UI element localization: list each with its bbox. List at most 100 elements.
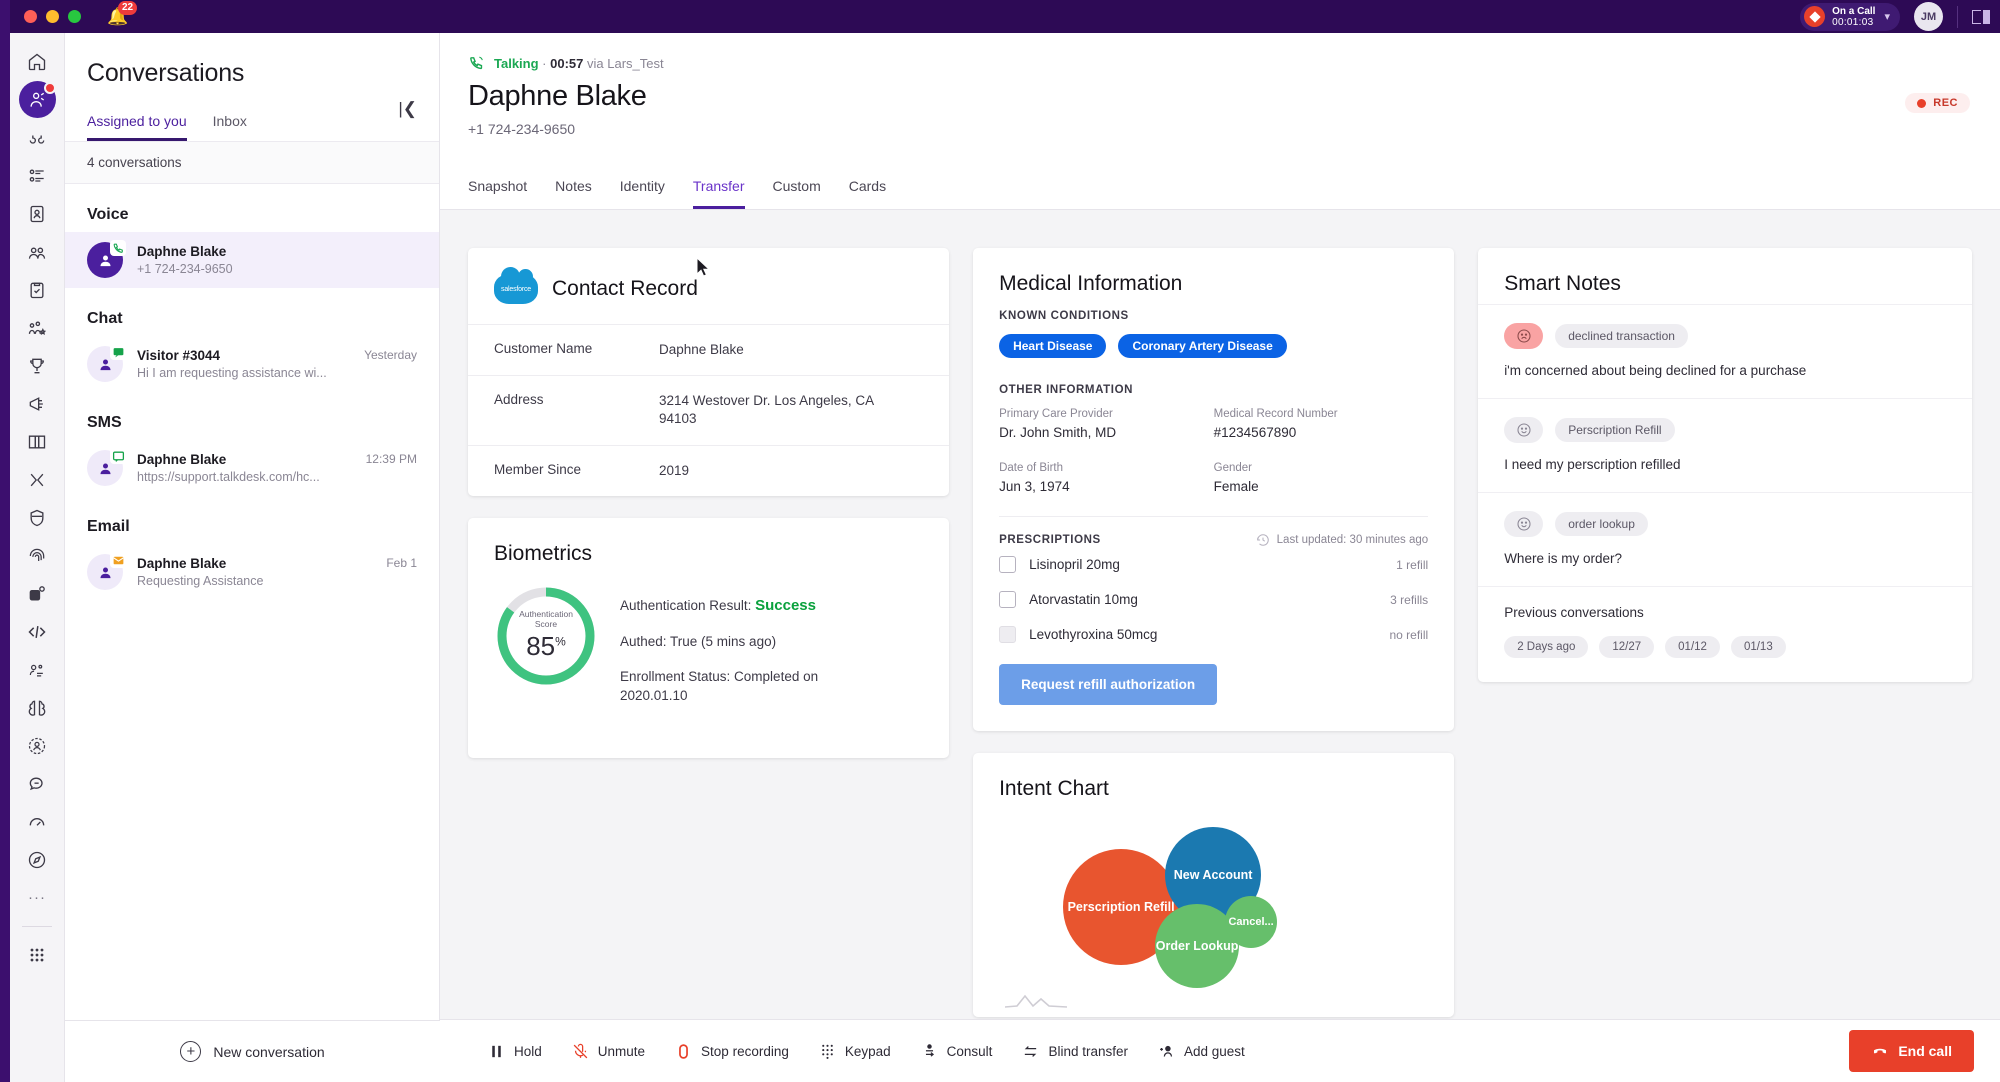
biometrics-title: Biometrics (494, 541, 593, 565)
row-label: Customer Name (494, 341, 593, 356)
icon-rail: ··· (10, 33, 65, 1082)
sidebar-item-dashboard[interactable] (19, 803, 56, 840)
previous-conversation-chip[interactable]: 2 Days ago (1504, 636, 1589, 658)
consult-label: Consult (946, 1043, 993, 1059)
panel-toggle-icon[interactable] (1972, 9, 1990, 24)
tab-custom[interactable]: Custom (773, 178, 821, 209)
smart-note-text: Where is my order? (1504, 551, 1622, 566)
condition-pill[interactable]: Heart Disease (999, 334, 1107, 358)
phone-hangup-icon (1874, 1048, 1887, 1054)
sidebar-item-teams[interactable] (19, 233, 56, 270)
sidebar-item-more[interactable]: ··· (19, 879, 56, 916)
info-cell: Date of Birth Jun 3, 1974 (999, 462, 1214, 494)
previous-conversation-chip[interactable]: 01/12 (1665, 636, 1720, 658)
close-window-button[interactable] (24, 10, 37, 23)
keypad-button[interactable]: Keypad (819, 1043, 891, 1060)
list-item[interactable]: Daphne Blake Requesting Assistance Feb 1 (65, 544, 439, 600)
table-row: Member Since 2019 (468, 444, 950, 496)
sidebar-item-workforce[interactable] (19, 309, 56, 346)
tab-assigned-to-you[interactable]: Assigned to you (87, 113, 187, 141)
sidebar-item-campaigns[interactable] (19, 385, 56, 422)
previous-conversation-chip[interactable]: 01/13 (1730, 636, 1786, 658)
call-status-text: Talking · 00:57 via Lars_Test (494, 56, 664, 71)
list-item-time: Yesterday (364, 348, 417, 362)
add-guest-button[interactable]: Add guest (1158, 1043, 1245, 1060)
notification-badge: 22 (118, 0, 138, 15)
history-icon (1256, 534, 1269, 546)
consult-icon (925, 1043, 934, 1057)
collapse-left-icon[interactable]: |❮ (398, 99, 417, 119)
list-item-name: Daphne Blake (137, 244, 227, 259)
sidebar-item-knowledge[interactable] (19, 423, 56, 460)
sidebar-item-tasks[interactable] (19, 271, 56, 308)
smart-note-tag[interactable]: Perscription Refill (1555, 418, 1675, 442)
sidebar-item-routing[interactable] (19, 461, 56, 498)
gauge-inner: Authentication Score 85% (494, 584, 598, 688)
sidebar-item-activity[interactable] (19, 157, 56, 194)
trophy-icon (30, 358, 44, 373)
tab-inbox[interactable]: Inbox (213, 113, 247, 141)
sidebar-item-automation[interactable] (19, 651, 56, 688)
tab-snapshot[interactable]: Snapshot (468, 178, 527, 209)
tab-transfer[interactable]: Transfer (692, 178, 745, 209)
stop-recording-button[interactable]: Stop recording (675, 1043, 789, 1060)
maximize-window-button[interactable] (68, 10, 81, 23)
sidebar-item-security[interactable] (19, 499, 56, 536)
sidebar-item-messaging[interactable] (19, 765, 56, 802)
auth-result-line: Authentication Result: Success (620, 596, 870, 616)
avatar[interactable]: JM (1914, 2, 1943, 31)
tab-notes[interactable]: Notes (555, 178, 592, 209)
sidebar-item-virtual-agent[interactable] (19, 727, 56, 764)
sidebar-item-performance[interactable] (19, 347, 56, 384)
sidebar-item-app-grid[interactable] (19, 936, 56, 973)
window-controls[interactable] (24, 10, 81, 23)
sidebar-item-home[interactable] (19, 43, 56, 80)
new-conversation-button[interactable]: + New conversation (180, 1041, 325, 1062)
smart-notes-title: Smart Notes (1504, 272, 1621, 295)
tab-identity[interactable]: Identity (620, 178, 665, 209)
sidebar-item-ai-brain[interactable] (19, 689, 56, 726)
call-flow-icon (29, 135, 45, 144)
people-icon (28, 247, 46, 259)
call-status-label: On a Call (1832, 5, 1876, 17)
call-status-pill[interactable]: On a Call 00:01:03 ▾ (1800, 2, 1900, 31)
sidebar-item-agent[interactable] (18, 81, 56, 118)
titlebar-accent-strip (0, 0, 10, 33)
group-label-email: Email (87, 518, 130, 535)
smart-note-tag[interactable]: declined transaction (1555, 324, 1688, 348)
sidebar-item-developer[interactable] (19, 613, 56, 650)
previous-conversations-chips: 2 Days ago 12/27 01/12 01/13 (1504, 636, 1946, 658)
voice-channel-badge (110, 240, 126, 256)
sidebar-item-explore[interactable] (19, 841, 56, 878)
sidebar-item-calls[interactable] (19, 119, 56, 156)
end-call-button[interactable]: End call (1849, 1030, 1974, 1072)
divider (1957, 5, 1958, 28)
more-icon: ··· (28, 889, 46, 906)
blind-transfer-button[interactable]: Blind transfer (1022, 1043, 1128, 1060)
sidebar-item-identity[interactable] (19, 537, 56, 574)
request-refill-authorization-button[interactable]: Request refill authorization (999, 664, 1218, 705)
list-item[interactable]: Daphne Blake https://support.talkdesk.co… (65, 440, 439, 496)
hold-button[interactable]: Hold (488, 1043, 542, 1060)
bubble-cancel[interactable]: Cancel... (1225, 896, 1278, 948)
smart-note-tag[interactable]: order lookup (1555, 512, 1648, 536)
intent-chart-card: Intent Chart Perscription Refill New Acc… (973, 753, 1455, 1017)
condition-pill[interactable]: Coronary Artery Disease (1118, 334, 1287, 358)
notifications-button[interactable]: 🔔 22 (107, 0, 138, 29)
sidebar-item-apps[interactable] (19, 575, 56, 612)
unmute-button[interactable]: Unmute (572, 1043, 645, 1060)
list-item[interactable]: Visitor #3044 Hi I am requesting assista… (65, 336, 439, 392)
consult-button[interactable]: Consult (921, 1043, 993, 1060)
sidebar-item-contacts[interactable] (19, 195, 56, 232)
previous-conversation-chip[interactable]: 12/27 (1599, 636, 1655, 658)
main-header: Talking · 00:57 via Lars_Test Daphne Bla… (440, 33, 2000, 188)
prescription-checkbox[interactable] (999, 556, 1017, 573)
table-row: Customer Name Daphne Blake (468, 324, 950, 375)
list-item[interactable]: Daphne Blake +1 724-234-9650 (65, 232, 439, 288)
prescription-checkbox[interactable] (999, 591, 1017, 608)
minimize-window-button[interactable] (46, 10, 59, 23)
smile-icon (1517, 517, 1531, 531)
tab-cards[interactable]: Cards (849, 178, 886, 209)
chevron-down-icon[interactable]: ▾ (1884, 10, 1890, 23)
blind-transfer-label: Blind transfer (1048, 1043, 1128, 1059)
